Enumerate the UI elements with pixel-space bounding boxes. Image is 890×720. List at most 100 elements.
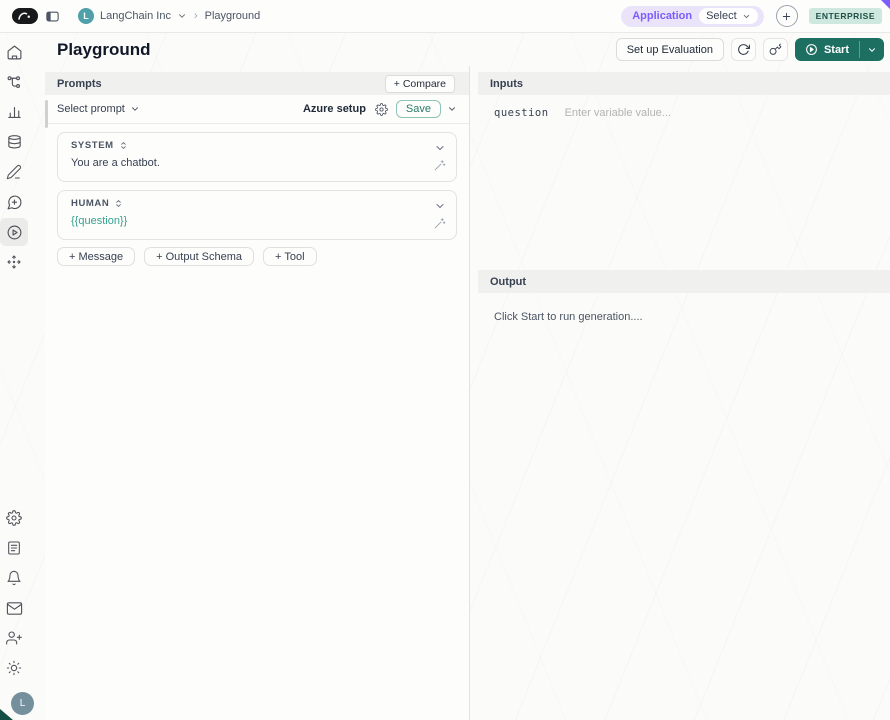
refresh-button[interactable] [731,38,756,61]
sidebar: L [0,33,45,720]
tracing-projects-icon [6,74,23,91]
sidebar-item-deployments[interactable] [0,247,28,277]
pencil-icon [6,164,22,180]
topbar: L LangChain Inc › Playground Application… [0,0,890,33]
setup-evaluation-button[interactable]: Set up Evaluation [616,38,724,61]
add-buttons-row: + Message + Output Schema + Tool [45,240,469,273]
header-actions: Set up Evaluation Start [616,38,884,61]
database-icon [6,134,23,151]
sidebar-item-tracing-projects[interactable] [0,67,28,97]
role-selector[interactable]: SYSTEM [71,140,114,151]
variable-value-input[interactable] [565,107,874,119]
prompts-panel-body: Select prompt Azure setup Save SYSTEM [45,95,469,720]
prompt-canvas-wand-button[interactable] [433,217,446,230]
variable-name: question [494,107,549,119]
sidebar-item-theme-toggle[interactable] [0,653,28,683]
gear-icon [375,103,388,116]
select-prompt-label: Select prompt [57,103,125,115]
document-icon [6,540,22,556]
unfold-icon [113,198,124,209]
bell-icon [6,570,22,586]
prompts-panel-header: Prompts + Compare [45,72,469,95]
sidebar-item-annotation[interactable] [0,157,28,187]
play-circle-icon [805,43,818,56]
collapse-message-button[interactable] [434,200,446,212]
breadcrumb-org[interactable]: LangChain Inc [100,10,171,22]
bar-chart-icon [6,104,23,121]
select-prompt-dropdown[interactable]: Select prompt [57,103,140,115]
save-options-button[interactable] [447,104,457,114]
sun-icon [6,660,22,676]
add-message-button[interactable]: + Message [57,247,135,266]
inputs-panel-header: Inputs [478,72,890,95]
sidebar-item-invite-user[interactable] [0,623,28,653]
inputs-panel-title: Inputs [490,78,523,90]
message-content[interactable]: {{question}} [58,209,456,227]
chevron-down-icon [447,104,457,114]
application-label: Application [632,10,692,22]
compare-button[interactable]: + Compare [385,75,455,93]
org-avatar: L [78,8,94,24]
wand-icon [433,159,446,172]
user-avatar[interactable]: L [11,692,34,715]
mail-icon [6,600,23,617]
message-role-row: SYSTEM [58,133,456,151]
add-application-button[interactable] [776,5,798,27]
application-select-value: Select [706,10,737,22]
start-button[interactable]: Start [795,38,859,61]
model-settings-button[interactable] [375,103,388,116]
key-icon [769,43,782,56]
breadcrumb-separator: › [193,10,199,22]
plus-icon [781,11,792,22]
sidebar-item-docs[interactable] [0,533,28,563]
move-icon [6,254,22,270]
message-card-system: SYSTEM You are a chatbot. [57,132,457,182]
add-output-schema-button[interactable]: + Output Schema [144,247,254,266]
sidebar-nav-bottom [0,503,45,683]
sidebar-item-settings[interactable] [0,503,28,533]
start-label: Start [824,44,849,56]
role-selector[interactable]: HUMAN [71,198,109,209]
model-config-button[interactable]: Azure setup [303,103,366,115]
play-circle-icon [6,224,23,241]
output-panel-header: Output [478,270,890,293]
message-content[interactable]: You are a chatbot. [58,151,456,169]
page-header: Playground Set up Evaluation Start [0,33,890,66]
sidebar-item-datasets[interactable] [0,127,28,157]
output-empty-message: Click Start to run generation.... [494,311,643,323]
org-chevron-down-icon[interactable] [177,11,187,21]
application-select[interactable]: Select [699,8,758,24]
prompt-canvas-wand-button[interactable] [433,159,446,172]
chevron-down-icon [434,142,446,154]
langsmith-logo [12,8,38,24]
chevron-down-icon [434,200,446,212]
chevron-down-icon [742,12,751,21]
save-button[interactable]: Save [396,100,441,118]
sidebar-item-dashboards[interactable] [0,97,28,127]
sidebar-item-mail[interactable] [0,593,28,623]
io-panel: Inputs question Output Click Start to ru… [478,66,890,720]
breadcrumb-page: Playground [205,10,261,22]
topbar-right: Application Select ENTERPRISE [621,5,882,27]
application-selector[interactable]: Application Select [621,6,763,27]
left-panel-scrollbar[interactable] [45,100,48,128]
sidebar-item-playground[interactable] [0,217,28,247]
message-role-row: HUMAN [58,191,456,209]
sidebar-item-notifications[interactable] [0,563,28,593]
start-options-button[interactable] [860,38,884,61]
sidebar-nav-top [0,37,45,277]
secrets-button[interactable] [763,38,788,61]
prompts-panel: Prompts + Compare Select prompt Azure se… [45,66,470,720]
add-tool-button[interactable]: + Tool [263,247,316,266]
sidebar-item-chat-feedback[interactable] [0,187,28,217]
prompt-toolbar: Select prompt Azure setup Save [45,95,469,124]
collapse-message-button[interactable] [434,142,446,154]
gear-icon [6,510,22,526]
output-panel-body: Click Start to run generation.... [478,293,890,720]
chevron-down-icon [867,45,877,55]
enterprise-badge: ENTERPRISE [809,8,882,24]
topbar-left: L LangChain Inc › Playground [12,8,260,24]
output-panel-title: Output [490,276,526,288]
sidebar-toggle-icon[interactable] [45,9,60,24]
chevron-down-icon [130,104,140,114]
